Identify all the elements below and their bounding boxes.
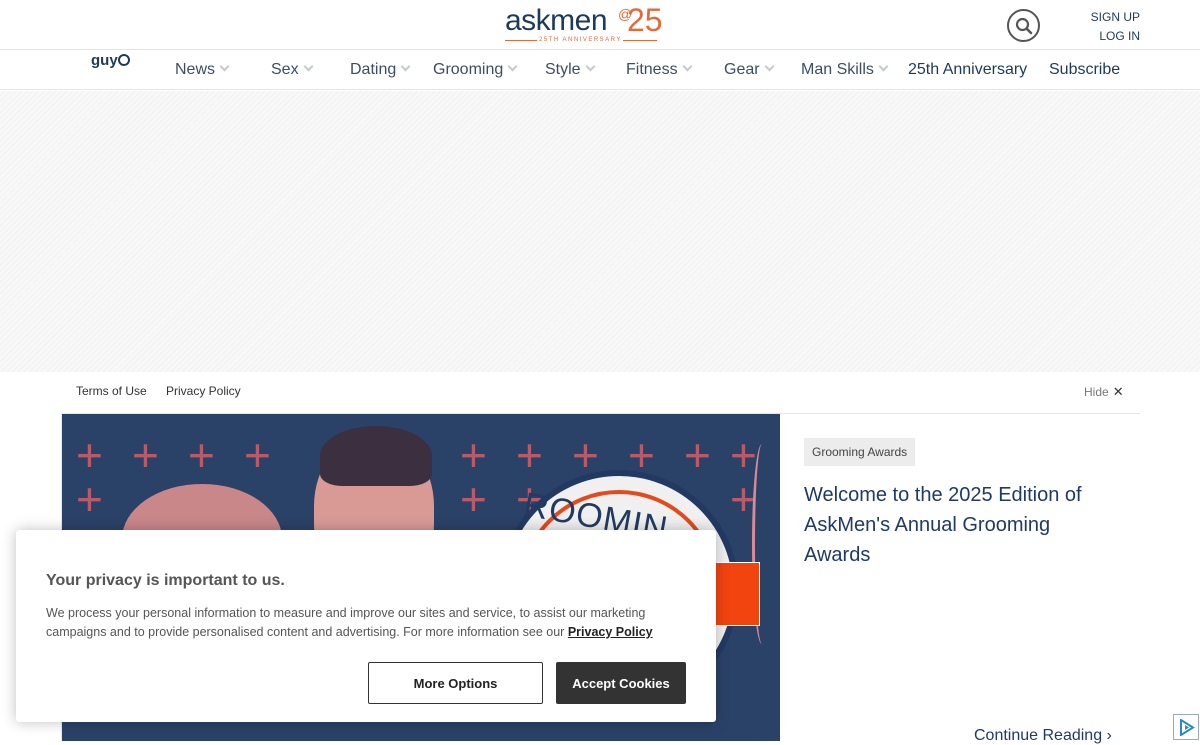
nav-item-grooming[interactable]: Grooming [433,61,518,79]
nav-item-fitness[interactable]: Fitness [626,61,693,79]
plus-pattern: + [730,429,757,481]
log-in-link[interactable]: LOG IN [1091,27,1140,46]
cookie-body-text: We process your personal information to … [46,606,646,639]
nav-item-25th-anniversary[interactable]: 25th Anniversary [908,61,1027,79]
plus-pattern: + [132,429,159,481]
chevron-down-icon [303,61,314,72]
auth-links: SIGN UP LOG IN [1091,8,1140,46]
plus-pattern: + [516,429,543,481]
nav-item-label: Fitness [626,61,678,78]
category-tag[interactable]: Grooming Awards [804,438,916,466]
chevron-down-icon [682,61,693,72]
accept-cookies-button[interactable]: Accept Cookies [556,662,686,704]
nav-item-man-skills[interactable]: Man Skills [801,61,889,79]
hide-button[interactable]: Hide ✕ [1084,384,1124,400]
plus-pattern: + [76,473,103,525]
plus-pattern: + [684,429,711,481]
plus-pattern: + [460,473,487,525]
nav-item-style[interactable]: Style [545,61,596,79]
search-icon [1015,17,1033,35]
plus-pattern: + [572,429,599,481]
nav-item-news[interactable]: News [175,61,230,79]
continue-reading-link[interactable]: Continue Reading › [974,727,1112,745]
nav-item-label: Subscribe [1049,61,1121,78]
search-button[interactable] [1007,9,1040,42]
logo-number: 25 [627,2,663,38]
guy-logo-text: guy [91,52,118,69]
nav-item-sex[interactable]: Sex [271,61,314,79]
nav-item-label: Gear [724,61,760,78]
adchoices-triangle-icon [1180,719,1195,736]
chevron-right-icon: › [1106,727,1112,744]
plus-pattern: + [460,429,487,481]
terms-of-use-link[interactable]: Terms of Use [76,384,147,398]
site-header: askmen @ 25 25TH ANNIVERSARY SIGN UP LOG… [0,0,1200,50]
cookie-consent-dialog: Your privacy is important to us. We proc… [16,530,716,722]
nav-item-label: News [175,61,216,78]
logo-tagline: 25TH ANNIVERSARY [539,37,622,43]
plus-pattern: + [188,429,215,481]
nav-item-dating[interactable]: Dating [350,61,411,79]
nav-item-label: Grooming [433,61,504,78]
hide-label: Hide [1084,385,1109,399]
cookie-body: We process your personal information to … [46,604,696,642]
continue-reading-label: Continue Reading [974,727,1103,744]
logo-line-left [505,40,537,41]
chevron-down-icon [219,61,230,72]
article-headline[interactable]: Welcome to the 2025 Edition of AskMen's … [804,480,1114,570]
logo-word: askmen [505,4,608,37]
nav-item-subscribe[interactable]: Subscribe [1049,61,1120,79]
nav-item-label: Dating [350,61,397,78]
hero-person-hair [320,426,432,486]
nav-item-label: Sex [271,61,299,78]
plus-pattern: + [76,429,103,481]
askmen-logo[interactable]: askmen @ 25 25TH ANNIVERSARY [505,2,663,44]
nav-item-label: 25th Anniversary [908,61,1028,78]
article-summary: Grooming Awards Welcome to the 2025 Edit… [780,414,1140,744]
ad-placeholder [0,91,1200,372]
more-options-button[interactable]: More Options [368,662,543,704]
guy-logo-magnifier-icon [117,54,130,66]
sign-up-link[interactable]: SIGN UP [1091,8,1140,27]
privacy-policy-link[interactable]: Privacy Policy [166,384,241,398]
chevron-down-icon [585,61,596,72]
chevron-down-icon [878,61,889,72]
guy-logo[interactable]: guy [91,52,130,69]
chevron-down-icon [507,61,518,72]
adchoices-icon[interactable] [1173,714,1199,740]
logo-line-right [623,40,657,41]
main-nav: guy News Sex Dating Grooming Style Fitne… [0,50,1200,90]
cookie-privacy-policy-link[interactable]: Privacy Policy [568,625,653,639]
cookie-title: Your privacy is important to us. [46,572,285,589]
close-icon: ✕ [1112,384,1124,399]
nav-item-gear[interactable]: Gear [724,61,775,79]
nav-item-label: Style [545,61,581,78]
chevron-down-icon [764,61,775,72]
nav-item-label: Man Skills [801,61,874,78]
chevron-down-icon [400,61,411,72]
plus-pattern: + [244,429,271,481]
